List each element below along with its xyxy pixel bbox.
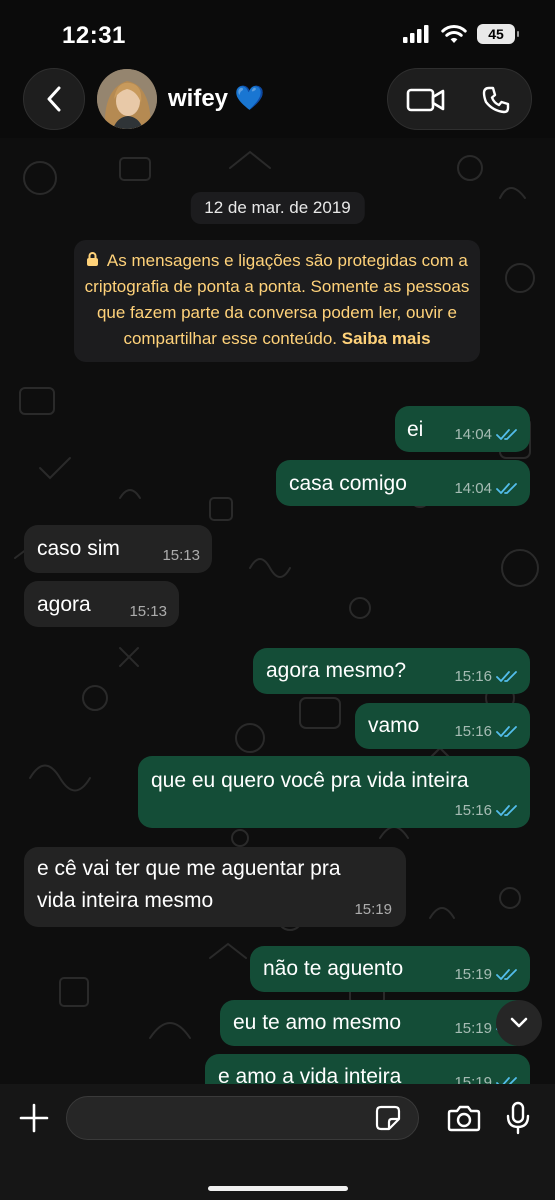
camera-button[interactable] <box>444 1098 484 1138</box>
message-bubble[interactable]: caso sim 15:13 <box>24 525 212 573</box>
double-check-icon <box>496 670 517 682</box>
message-time: 14:04 <box>454 426 492 443</box>
double-check-icon <box>496 1076 517 1084</box>
message-time: 15:19 <box>454 1020 492 1037</box>
message-time: 15:19 <box>454 1074 492 1084</box>
message-bubble[interactable]: eu te amo mesmo 15:19 <box>220 1000 530 1046</box>
lock-icon <box>87 252 99 266</box>
message-meta: 15:19 <box>354 901 392 918</box>
message-text: agora <box>37 593 91 616</box>
message-time: 15:16 <box>454 802 492 819</box>
message-text: eu te amo mesmo <box>233 1011 402 1034</box>
message-text: casa comigo <box>289 472 407 495</box>
date-chip: 12 de mar. de 2019 <box>190 192 365 224</box>
status-time: 12:31 <box>62 22 126 49</box>
message-text-line-2: vida inteira mesmo <box>37 889 214 912</box>
status-icons: 45 <box>403 24 519 44</box>
chat-header: wifey 💙 <box>0 62 555 138</box>
attach-button[interactable] <box>14 1098 54 1138</box>
message-time: 15:19 <box>354 901 392 918</box>
message-meta: 15:16 <box>454 802 518 819</box>
encryption-notice[interactable]: As mensagens e ligações são protegidas c… <box>74 240 480 362</box>
back-button[interactable] <box>23 68 85 130</box>
message-bubble[interactable]: agora 15:13 <box>24 581 179 627</box>
sticker-icon <box>375 1105 401 1131</box>
sticker-button[interactable] <box>374 1104 402 1132</box>
message-bubble[interactable]: e cê vai ter que me aguentar pra vida in… <box>24 847 406 927</box>
composer-bar <box>0 1084 555 1200</box>
plus-icon <box>19 1103 49 1133</box>
message-bubble[interactable]: que eu quero você pra vida inteira 15:16 <box>138 756 530 828</box>
camera-icon <box>447 1105 481 1132</box>
message-text: não te aguento <box>263 957 404 980</box>
microphone-button[interactable] <box>500 1098 536 1138</box>
message-meta: 15:13 <box>129 603 167 620</box>
double-check-icon <box>496 482 517 494</box>
message-time: 15:16 <box>454 668 492 685</box>
avatar[interactable] <box>97 69 157 129</box>
message-bubble[interactable]: casa comigo 14:04 <box>276 460 530 506</box>
message-text: e amo a vida inteira <box>218 1065 402 1084</box>
message-text: ei <box>407 418 424 441</box>
battery-level: 45 <box>488 26 504 42</box>
message-time: 14:04 <box>454 480 492 497</box>
double-check-icon <box>496 725 517 737</box>
message-bubble[interactable]: vamo 15:16 <box>355 703 530 749</box>
avatar-photo <box>97 69 157 129</box>
message-bubble[interactable]: agora mesmo? 15:16 <box>253 648 530 694</box>
message-meta: 15:13 <box>162 547 200 564</box>
message-bubble[interactable]: e amo a vida inteira 15:19 <box>205 1054 530 1084</box>
cellular-signal-icon <box>403 25 429 43</box>
message-meta: 15:16 <box>454 668 518 685</box>
scroll-to-bottom-button[interactable] <box>496 1000 542 1046</box>
microphone-icon <box>506 1101 530 1135</box>
wifi-icon <box>441 25 467 43</box>
double-check-icon <box>496 428 517 440</box>
message-bubble[interactable]: ei 14:04 <box>395 406 530 452</box>
video-camera-icon <box>406 88 445 112</box>
learn-more-link[interactable]: Saiba mais <box>342 329 431 348</box>
voice-call-button[interactable] <box>460 69 532 131</box>
message-text: agora mesmo? <box>266 659 407 682</box>
message-meta: 14:04 <box>454 426 518 443</box>
message-bubble[interactable]: não te aguento 15:19 <box>250 946 530 992</box>
double-check-icon <box>496 968 517 980</box>
message-meta: 15:19 <box>454 1074 518 1084</box>
message-text: vamo <box>368 714 420 737</box>
chevron-left-icon <box>47 86 61 112</box>
message-text: que eu quero você pra vida inteira <box>151 769 469 792</box>
call-actions <box>387 68 532 130</box>
phone-icon <box>482 86 510 114</box>
contact-name[interactable]: wifey 💙 <box>168 84 265 113</box>
battery-indicator: 45 <box>477 24 519 44</box>
chevron-down-icon <box>510 1017 528 1028</box>
message-meta: 15:19 <box>454 966 518 983</box>
chat-area[interactable]: 12 de mar. de 2019 As mensagens e ligaçõ… <box>0 138 555 1084</box>
message-meta: 15:16 <box>454 723 518 740</box>
message-meta: 14:04 <box>454 480 518 497</box>
message-text: caso sim <box>37 537 120 560</box>
message-text-line-1: e cê vai ter que me aguentar pra <box>37 857 341 880</box>
message-time: 15:13 <box>129 603 167 620</box>
status-bar: 12:31 45 <box>0 0 555 62</box>
video-call-button[interactable] <box>390 69 462 131</box>
home-indicator <box>208 1186 348 1191</box>
message-time: 15:19 <box>454 966 492 983</box>
message-input[interactable] <box>66 1096 419 1140</box>
double-check-icon <box>496 804 517 816</box>
message-time: 15:13 <box>162 547 200 564</box>
message-time: 15:16 <box>454 723 492 740</box>
